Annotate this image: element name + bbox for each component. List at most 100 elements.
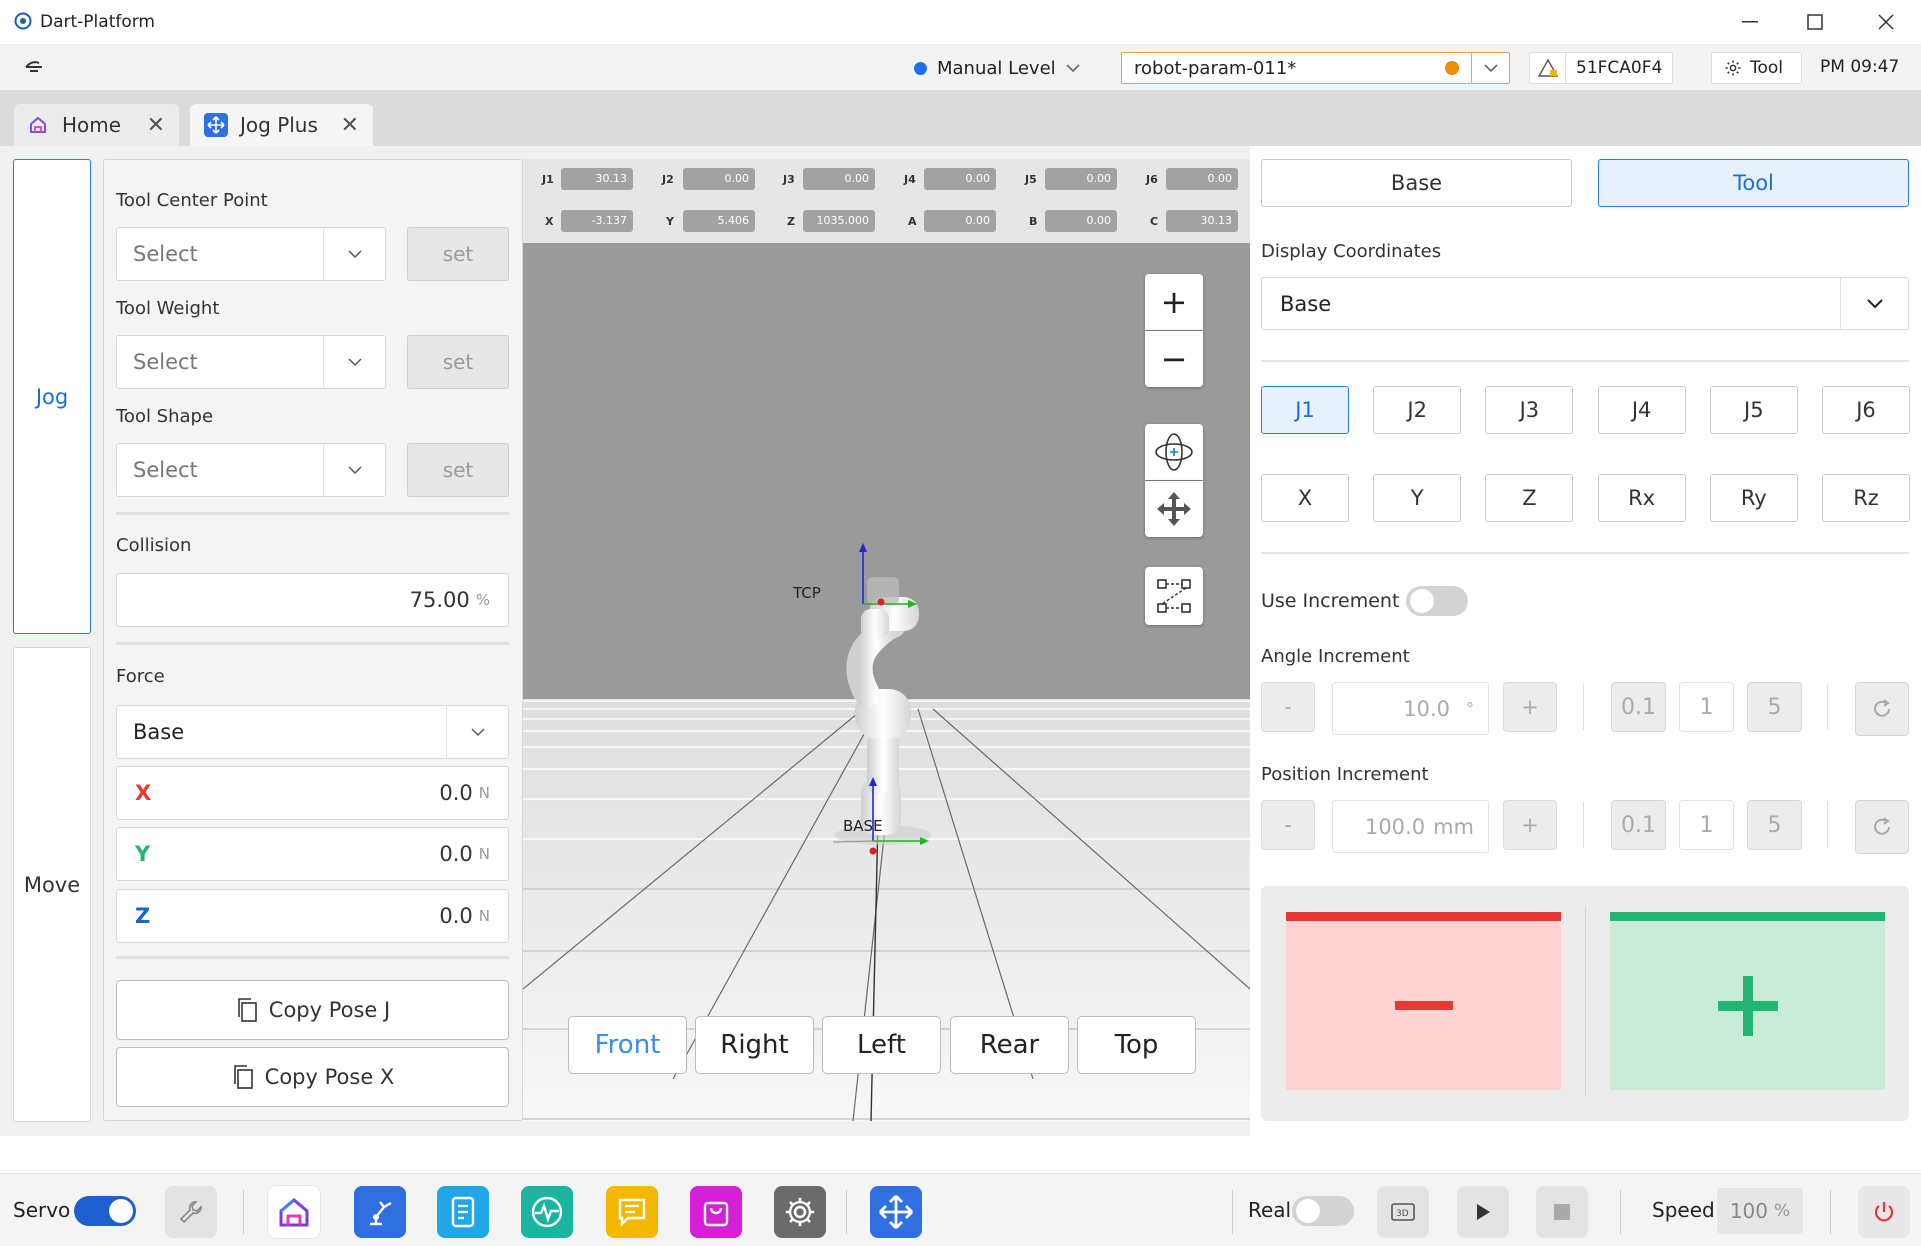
copy-pose-x-label: Copy Pose X — [264, 1065, 395, 1089]
title-bar: Dart-Platform — [0, 0, 1921, 45]
minimize-button[interactable] — [1736, 8, 1764, 36]
chat-app-icon[interactable] — [606, 1186, 658, 1238]
tool-weight-select[interactable]: Select — [116, 335, 386, 389]
angle-reset-button[interactable] — [1855, 682, 1909, 736]
joint-j4-button[interactable]: J4 — [1597, 386, 1686, 434]
axis-rz-button[interactable]: Rz — [1822, 474, 1910, 522]
maintenance-button[interactable] — [165, 1186, 217, 1238]
position-step-5-button[interactable]: 5 — [1747, 800, 1802, 850]
use-increment-toggle[interactable] — [1406, 586, 1468, 616]
store-app-icon[interactable] — [690, 1186, 742, 1238]
jog-plus-button[interactable] — [1610, 912, 1885, 1090]
display-coords-select[interactable]: Base — [1261, 277, 1909, 330]
play-button[interactable] — [1457, 1186, 1509, 1238]
angle-decrement-button[interactable]: - — [1261, 682, 1315, 732]
refresh-icon — [1870, 815, 1894, 839]
monitor-app-icon[interactable] — [521, 1186, 573, 1238]
menu-toggle-icon[interactable] — [24, 58, 46, 76]
real-toggle[interactable] — [1292, 1196, 1354, 1226]
position-step-1-button[interactable]: 1 — [1679, 800, 1734, 850]
position-increment-button[interactable]: + — [1503, 800, 1557, 850]
tool-button[interactable]: Tool — [1711, 52, 1802, 84]
angle-step-5-button[interactable]: 5 — [1747, 682, 1802, 732]
close-icon[interactable]: ✕ — [147, 113, 165, 138]
tool-shape-set-button[interactable]: set — [407, 443, 509, 497]
maximize-button[interactable] — [1801, 8, 1829, 36]
axis-z-button[interactable]: Z — [1485, 474, 1574, 522]
fit-view-button[interactable] — [1145, 567, 1203, 625]
view-front-button[interactable]: Front — [568, 1016, 687, 1074]
settings-app-icon[interactable] — [774, 1186, 826, 1238]
axis-y-button[interactable]: Y — [1373, 474, 1462, 522]
joint-j3-button[interactable]: J3 — [1485, 386, 1574, 434]
sidebar-item-move[interactable]: Move — [13, 647, 91, 1122]
tab-home[interactable]: Home ✕ — [14, 104, 179, 146]
speed-input[interactable]: 100 % — [1717, 1188, 1803, 1234]
axis-ry-button[interactable]: Ry — [1709, 474, 1798, 522]
3d-view-button[interactable]: 3D — [1377, 1186, 1429, 1238]
view-right-button[interactable]: Right — [695, 1016, 814, 1074]
copy-pose-j-button[interactable]: Copy Pose J — [116, 980, 509, 1040]
frame-tool-button[interactable]: Tool — [1598, 159, 1909, 207]
serial-badge[interactable]: 51FCA0F4 — [1529, 52, 1673, 84]
angle-increment-button[interactable]: + — [1503, 682, 1557, 732]
joint-j5-button[interactable]: J5 — [1709, 386, 1798, 434]
power-button[interactable] — [1858, 1186, 1910, 1238]
coordinate-readout: J1 30.13 J2 0.00 J3 0.00 J4 0.00 J5 0.00… — [523, 159, 1250, 243]
force-z-field[interactable]: Z 0.0 N — [116, 889, 509, 943]
view-rear-button[interactable]: Rear — [950, 1016, 1069, 1074]
home-app-icon[interactable] — [268, 1186, 320, 1238]
zoom-out-button[interactable]: − — [1145, 331, 1203, 387]
robot-3d-viewport[interactable]: J1 30.13 J2 0.00 J3 0.00 J4 0.00 J5 0.00… — [523, 159, 1250, 1121]
close-window-button[interactable] — [1872, 8, 1900, 36]
robot-app-icon[interactable] — [354, 1186, 406, 1238]
position-decrement-button[interactable]: - — [1261, 800, 1315, 850]
close-icon[interactable]: ✕ — [341, 113, 359, 138]
param-selector[interactable]: robot-param-011* — [1121, 52, 1510, 84]
position-reset-button[interactable] — [1855, 800, 1909, 854]
y-key: Y — [666, 215, 674, 228]
c-value: 30.13 — [1166, 210, 1238, 232]
joint-j2-button[interactable]: J2 — [1373, 386, 1462, 434]
sidebar-item-jog[interactable]: Jog — [13, 159, 91, 634]
j5-value: 0.00 — [1045, 168, 1117, 190]
use-increment-label: Use Increment — [1261, 590, 1400, 612]
copy-pose-x-button[interactable]: Copy Pose X — [116, 1047, 509, 1107]
speed-value: 100 — [1729, 1199, 1769, 1223]
position-step-0-1-button[interactable]: 0.1 — [1611, 800, 1666, 850]
view-top-button[interactable]: Top — [1077, 1016, 1196, 1074]
clock: PM 09:47 — [1820, 57, 1900, 77]
servo-toggle[interactable] — [74, 1196, 136, 1226]
position-increment-input[interactable]: 100.0 mm — [1332, 800, 1489, 853]
jog-app-icon[interactable] — [870, 1186, 922, 1238]
angle-step-1-button[interactable]: 1 — [1679, 682, 1734, 732]
orbit-button[interactable] — [1145, 424, 1203, 480]
j2-value: 0.00 — [683, 168, 755, 190]
zoom-in-button[interactable]: + — [1145, 274, 1203, 330]
angle-step-0-1-button[interactable]: 0.1 — [1611, 682, 1666, 732]
axis-x-button[interactable]: X — [1261, 474, 1349, 522]
tcp-set-button[interactable]: set — [407, 227, 509, 281]
document-app-icon[interactable] — [437, 1186, 489, 1238]
tool-weight-set-button[interactable]: set — [407, 335, 509, 389]
pan-button[interactable] — [1145, 481, 1203, 537]
tcp-select[interactable]: Select — [116, 227, 386, 281]
joint-j6-button[interactable]: J6 — [1822, 386, 1910, 434]
level-selector[interactable]: Manual Level — [914, 55, 1080, 81]
level-status-dot — [914, 61, 927, 75]
stop-button[interactable] — [1536, 1186, 1588, 1238]
force-x-field[interactable]: X 0.0 N — [116, 766, 509, 820]
view-left-button[interactable]: Left — [822, 1016, 941, 1074]
joint-j1-button[interactable]: J1 — [1261, 386, 1349, 434]
jog-minus-button[interactable] — [1286, 912, 1561, 1090]
collision-input[interactable]: 75.00 % — [116, 573, 509, 627]
force-y-field[interactable]: Y 0.0 N — [116, 827, 509, 881]
force-frame-select[interactable]: Base — [116, 705, 509, 759]
jog-plus-icon — [204, 113, 228, 137]
tool-shape-select[interactable]: Select — [116, 443, 386, 497]
tab-jog-plus[interactable]: Jog Plus ✕ — [190, 104, 373, 146]
frame-base-button[interactable]: Base — [1261, 159, 1572, 207]
axis-rx-button[interactable]: Rx — [1597, 474, 1686, 522]
angle-increment-input[interactable]: 10.0 ° — [1332, 682, 1489, 735]
chevron-down-icon — [323, 336, 385, 388]
